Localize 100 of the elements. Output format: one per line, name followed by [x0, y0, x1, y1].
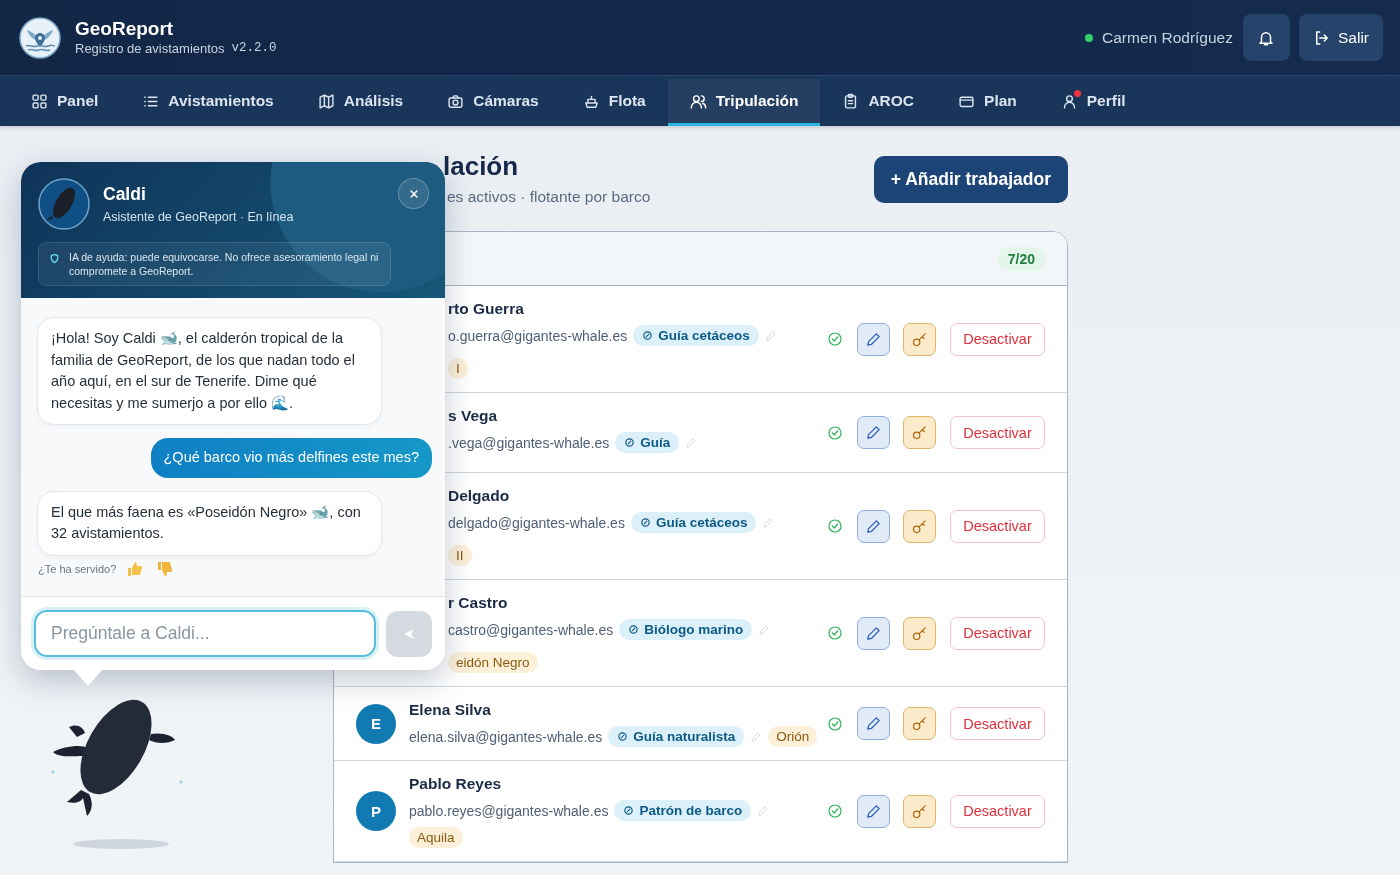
crew-email: elena.silva@gigantes-whale.es: [409, 728, 603, 745]
app-subtitle: Registro de avistamientos: [75, 40, 225, 57]
thumbs-down-icon: [157, 560, 174, 577]
message-input[interactable]: Pregúntale a Caldi...: [34, 610, 376, 657]
ring-icon: [639, 517, 651, 528]
disclaimer-text: IA de ayuda: puede equivocarse. No ofrece asesoramiento legal ni compromete a GeoReport.: [69, 250, 380, 278]
logout-icon: [1313, 28, 1331, 47]
ring-icon: [624, 437, 636, 448]
notifications-button[interactable]: [1243, 14, 1290, 61]
assistant-message: El que más faena es «Poseidón Negro» 🐋, con 32 avistamientos.: [37, 490, 382, 556]
assistant-message: ¡Hola! Soy Caldi 🐋, el calderón tropical de la familia de GeoReport, de los que nadan todo el año aquí, en el sur de Tenerife. Dime qué necesitas y me sumerjo a por ello 🌊.: [37, 317, 382, 425]
crew-name: Pablo Reyes: [409, 774, 503, 794]
feedback-prompt: ¿Te ha servido?: [38, 562, 117, 575]
boat-tag: I: [448, 358, 468, 379]
key-button[interactable]: [903, 707, 936, 740]
key-button[interactable]: [903, 322, 936, 356]
user-message: ¿Qué barco vio más delfines este mes?: [150, 438, 432, 478]
page-subtitle: es activos · flotante por barco: [447, 188, 651, 206]
pencil-icon: [764, 329, 777, 342]
nav-tab[interactable]: Tripulación: [667, 79, 821, 126]
deactivate-button[interactable]: Desactivar: [950, 794, 1045, 828]
key-icon: [911, 802, 928, 820]
pencil-icon: [865, 802, 882, 820]
crew-name: rto Guerra: [448, 299, 525, 319]
pencil-icon: [762, 516, 775, 529]
key-icon: [911, 330, 928, 348]
role-tag: Guía cetáceos: [630, 512, 757, 533]
page-title: lación: [443, 150, 520, 182]
edit-button[interactable]: [857, 509, 890, 543]
boat-tag: II: [448, 545, 472, 566]
user-name: Carmen Rodríguez: [1102, 28, 1233, 47]
nav-tab[interactable]: Avistamientos: [120, 79, 296, 126]
crew-count-badge: 7/20: [997, 246, 1045, 271]
ring-icon: [628, 624, 640, 635]
camera-icon: [447, 92, 465, 110]
crew-name: s Vega: [448, 406, 499, 426]
ring-icon: [623, 805, 635, 816]
key-button[interactable]: [903, 416, 936, 449]
pencil-icon: [757, 804, 770, 817]
ring-icon: [617, 731, 629, 742]
key-icon: [911, 715, 928, 732]
key-button[interactable]: [903, 509, 936, 543]
crew-name: r Castro: [448, 593, 509, 613]
deactivate-button[interactable]: Desactivar: [950, 509, 1045, 543]
users-icon: [689, 92, 707, 110]
send-icon: [402, 626, 416, 641]
close-button[interactable]: [398, 178, 429, 209]
pencil-icon: [865, 624, 882, 642]
edit-button[interactable]: [857, 794, 890, 828]
logout-button[interactable]: Salir: [1299, 14, 1383, 61]
nav-tab[interactable]: Flota: [560, 79, 668, 126]
nav-tab[interactable]: Plan: [936, 79, 1039, 126]
edit-button[interactable]: [857, 616, 890, 650]
crew-email: .vega@gigantes-whale.es: [448, 434, 610, 451]
role-tag: Biólogo marino: [619, 619, 753, 640]
crew-name: Elena Silva: [409, 700, 492, 720]
deactivate-button[interactable]: Desactivar: [950, 616, 1045, 650]
version-label: v2.2.0: [231, 40, 277, 57]
crew-email: castro@gigantes-whale.es: [448, 621, 614, 638]
shield-icon: [49, 253, 60, 264]
key-button[interactable]: [903, 794, 936, 828]
pencil-icon: [865, 517, 882, 535]
role-tag: Guía: [615, 432, 680, 453]
map-icon: [317, 92, 335, 110]
deactivate-button[interactable]: Desactivar: [950, 416, 1045, 449]
assistant-name: Caldi: [103, 184, 147, 205]
deactivate-button[interactable]: Desactivar: [950, 322, 1045, 356]
pencil-icon: [865, 424, 882, 441]
whale-avatar-icon: [38, 178, 90, 230]
pencil-icon: [865, 715, 882, 732]
crew-email: delgado@gigantes-whale.es: [448, 514, 625, 531]
key-button[interactable]: [903, 616, 936, 650]
deactivate-button[interactable]: Desactivar: [950, 707, 1045, 740]
nav-tab[interactable]: Análisis: [295, 79, 426, 126]
nav-tab[interactable]: Perfil: [1038, 79, 1148, 126]
thumbs-up-icon: [127, 560, 144, 577]
edit-button[interactable]: [857, 707, 890, 740]
logo: [19, 16, 61, 59]
crew-email: pablo.reyes@gigantes-whale.es: [409, 802, 609, 819]
edit-button[interactable]: [857, 416, 890, 449]
boat-tag: Orión: [768, 726, 818, 747]
crew-email: o.guerra@gigantes-whale.es: [448, 327, 628, 344]
ring-icon: [642, 330, 654, 341]
app-title: GeoReport: [75, 18, 175, 40]
role-tag: Patrón de barco: [614, 800, 752, 821]
nav-tab[interactable]: Cámaras: [425, 79, 561, 126]
nav-tab[interactable]: Panel: [9, 79, 121, 126]
grid-icon: [31, 92, 48, 110]
add-worker-button[interactable]: + Añadir trabajador: [873, 156, 1068, 203]
edit-button[interactable]: [857, 322, 890, 356]
crew-name: Delgado: [448, 486, 511, 506]
pencil-icon: [758, 623, 771, 636]
avatar: E: [356, 703, 396, 744]
key-icon: [911, 624, 928, 642]
assistant-status: Asistente de GeoReport · En línea: [103, 210, 294, 224]
pencil-icon: [750, 730, 763, 743]
boat-tag: eidón Negro: [448, 652, 538, 673]
nav-tab[interactable]: AROC: [820, 79, 937, 126]
boat-tag: Aquila: [409, 827, 463, 848]
key-icon: [911, 517, 928, 535]
